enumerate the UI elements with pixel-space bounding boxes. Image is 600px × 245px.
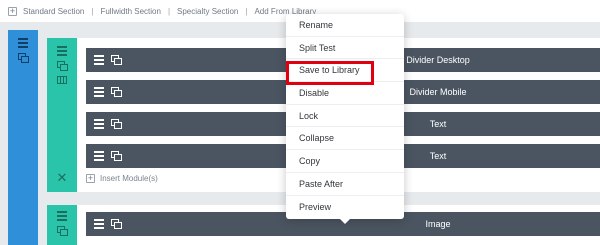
close-icon[interactable]: ✕	[56, 171, 68, 184]
duplicate-icon[interactable]	[57, 61, 68, 71]
menu-item-disable[interactable]: Disable	[286, 82, 404, 105]
row-handle[interactable]	[47, 205, 77, 245]
menu-item-preview[interactable]: Preview	[286, 196, 404, 219]
insert-module-label: Insert Module(s)	[100, 174, 158, 183]
context-menu: Rename Split Test Save to Library Disabl…	[286, 14, 404, 219]
duplicate-icon[interactable]	[18, 53, 29, 63]
menu-pointer	[338, 217, 352, 224]
hamburger-icon[interactable]	[57, 211, 67, 221]
columns-icon[interactable]	[57, 76, 67, 84]
menu-item-paste-after[interactable]: Paste After	[286, 173, 404, 196]
insert-module-button[interactable]: + Insert Module(s)	[86, 174, 158, 183]
menu-item-copy[interactable]: Copy	[286, 150, 404, 173]
hamburger-icon[interactable]	[18, 38, 28, 48]
plus-icon: +	[86, 173, 95, 183]
hamburger-icon[interactable]	[57, 46, 67, 56]
highlight-box	[286, 61, 374, 85]
plus-icon: +	[8, 5, 17, 16]
fullwidth-section-link[interactable]: Fullwidth Section	[100, 7, 160, 16]
specialty-section-link[interactable]: Specialty Section	[177, 7, 238, 16]
separator: |	[245, 6, 248, 16]
menu-item-collapse[interactable]: Collapse	[286, 127, 404, 151]
row-handle[interactable]	[47, 38, 77, 192]
separator: |	[91, 6, 94, 16]
menu-item-split-test[interactable]: Split Test	[286, 37, 404, 60]
separator: |	[167, 6, 171, 16]
section-handle[interactable]	[8, 30, 38, 245]
menu-item-rename[interactable]: Rename	[286, 14, 404, 37]
standard-section-link[interactable]: Standard Section	[23, 7, 84, 16]
duplicate-icon[interactable]	[57, 226, 68, 236]
menu-item-lock[interactable]: Lock	[286, 105, 404, 128]
